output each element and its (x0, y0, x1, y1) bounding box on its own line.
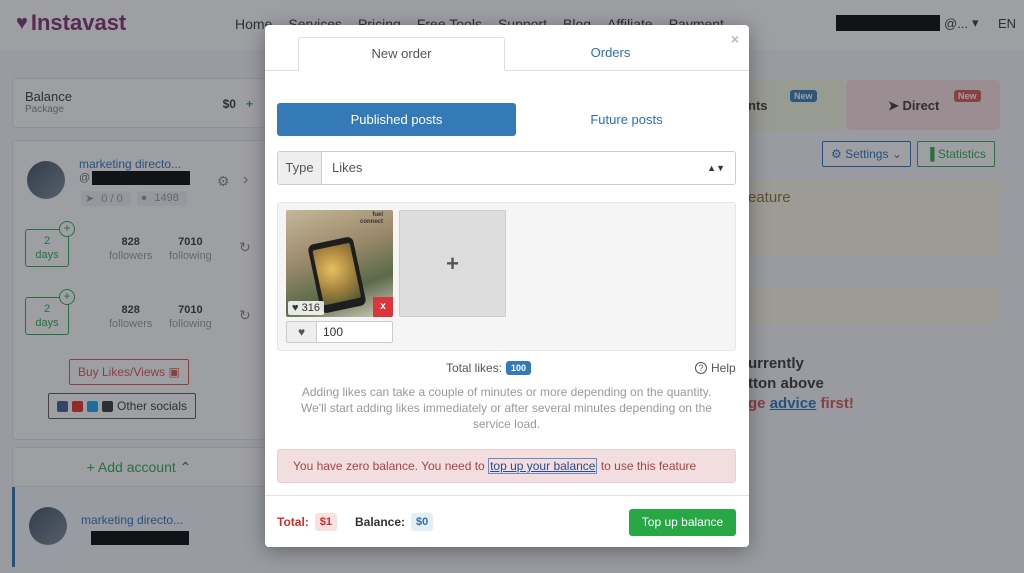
alert-suffix: to use this feature (597, 459, 697, 473)
post-type-tabs: Published posts Future posts (277, 103, 737, 136)
help-label: Help (711, 361, 736, 375)
tab-future-posts[interactable]: Future posts (516, 103, 737, 136)
top-up-link[interactable]: top up your balance (488, 458, 598, 474)
total-likes-label: Total likes: (446, 361, 503, 375)
add-post-button[interactable]: + (399, 210, 506, 317)
tab-published-posts[interactable]: Published posts (277, 103, 516, 136)
heart-icon: ♥ (287, 322, 317, 342)
like-amount-input[interactable]: 100 (317, 322, 392, 342)
footer-balance-value: $0 (411, 513, 434, 531)
like-amount-group: ♥ 100 (286, 321, 393, 343)
modal-footer: Total: $1 Balance: $0 Top up balance (265, 495, 749, 547)
info-line-3: service load. (472, 417, 541, 431)
help-link[interactable]: ? Help (695, 361, 736, 375)
type-select[interactable]: Likes ▲▼ (322, 152, 735, 184)
post-brand-line1: fuel (372, 212, 383, 218)
post-brand-line2: connect (359, 219, 383, 225)
question-circle-icon: ? (695, 362, 707, 374)
info-line-1: Adding likes can take a couple of minute… (301, 385, 712, 399)
heart-icon: ♥ (292, 302, 299, 314)
info-text: Adding likes can take a couple of minute… (277, 384, 736, 432)
remove-post-button[interactable]: x (373, 297, 393, 317)
post-brand-text: fuel connect (360, 212, 383, 226)
alert-prefix: You have zero balance. You need to (293, 459, 489, 473)
selected-posts-panel: fuel connect ♥ 316 x ♥ 100 + (277, 202, 736, 351)
footer-balance-label: Balance: (355, 515, 406, 529)
zero-balance-alert: You have zero balance. You need to top u… (277, 449, 736, 483)
info-line-2: We'll start adding likes immediately or … (301, 401, 712, 415)
type-select-value: Likes (332, 160, 363, 175)
post-image-screen (312, 242, 362, 306)
modal-tabs: New order Orders (265, 37, 749, 71)
top-up-balance-button[interactable]: Top up balance (629, 509, 736, 536)
new-order-modal: × New order Orders Published posts Futur… (265, 25, 749, 547)
footer-balance: Balance: $0 (355, 513, 434, 531)
total-value: $1 (314, 513, 338, 531)
order-total: Total: $1 (277, 513, 338, 531)
type-label: Type (278, 152, 322, 184)
tab-new-order[interactable]: New order (298, 37, 505, 71)
select-arrows-icon: ▲▼ (707, 163, 725, 173)
tab-orders[interactable]: Orders (505, 37, 716, 71)
total-likes-badge: 100 (506, 361, 532, 375)
total-likes: Total likes: 100 (446, 361, 532, 375)
post-likes-value: 316 (301, 302, 320, 314)
post-thumbnail[interactable]: fuel connect ♥ 316 x (286, 210, 393, 317)
type-select-group: Type Likes ▲▼ (277, 151, 736, 185)
total-label: Total: (277, 515, 309, 529)
post-likes-count: ♥ 316 (288, 301, 324, 315)
